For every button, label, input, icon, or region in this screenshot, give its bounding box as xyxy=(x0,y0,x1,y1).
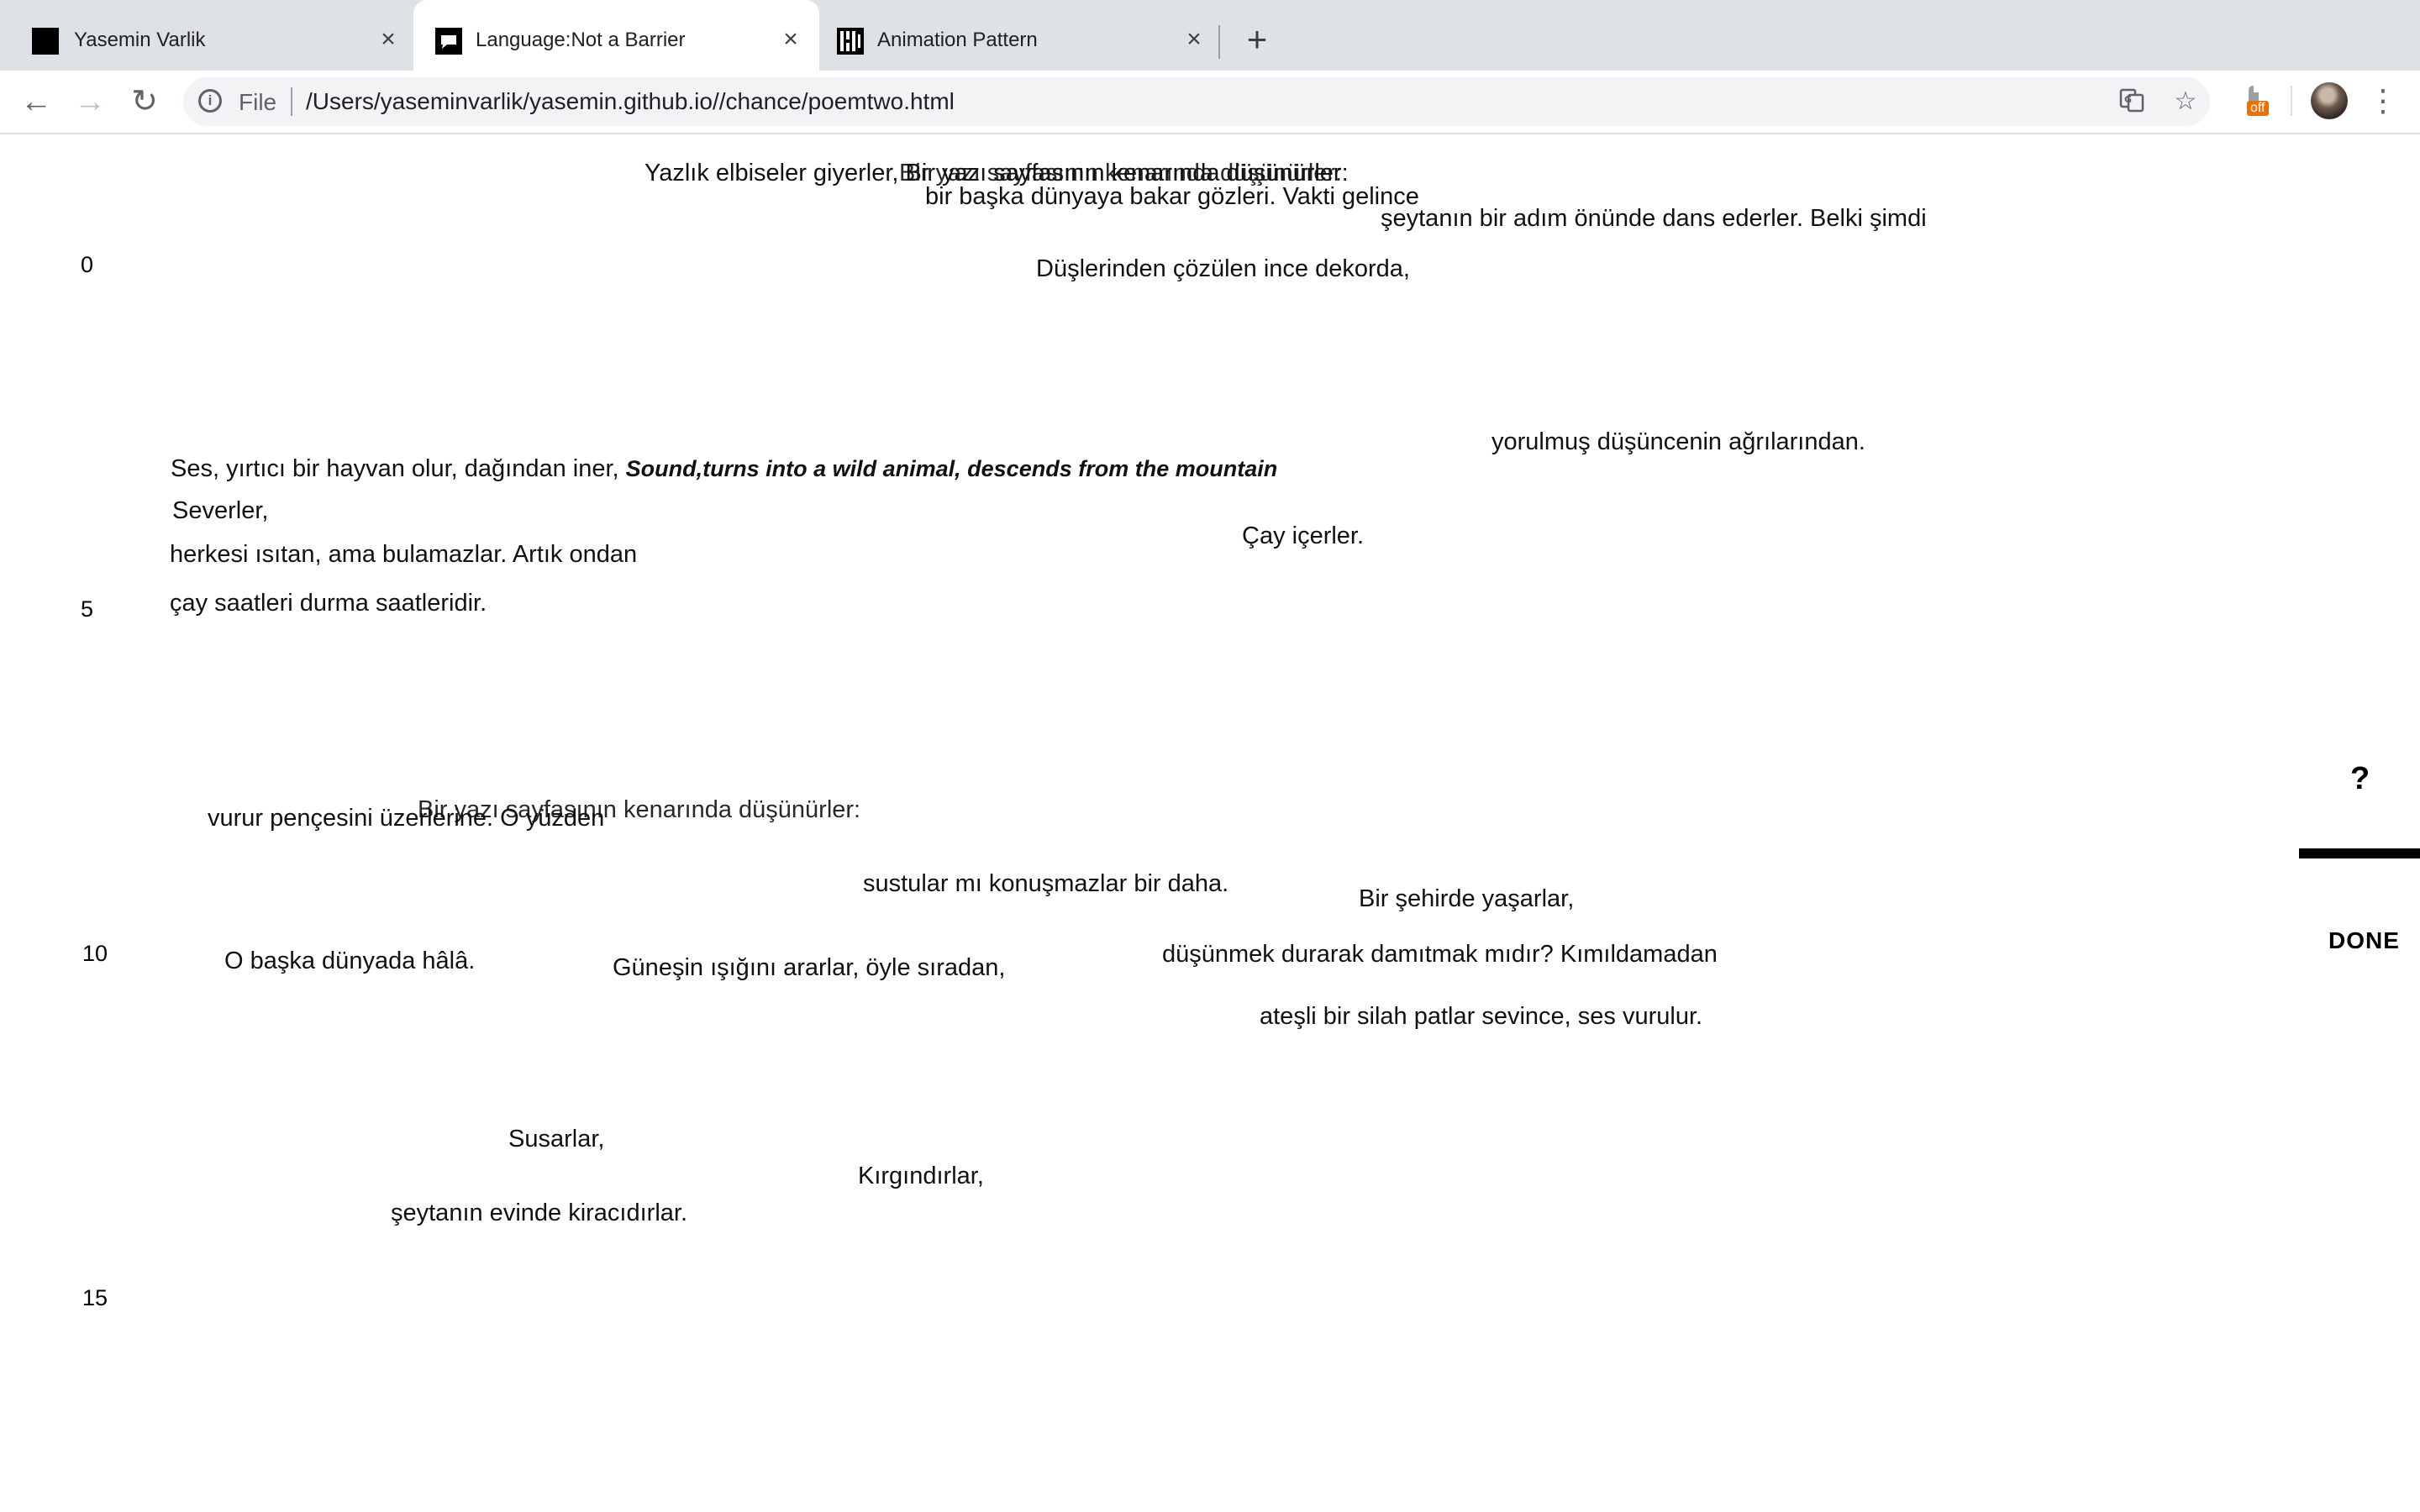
speech-bubble-icon xyxy=(435,28,462,55)
tab-language-not-a-barrier[interactable]: Language:Not a Barrier × xyxy=(413,0,819,71)
tab-animation-pattern[interactable]: Animation Pattern × xyxy=(820,0,1215,71)
line-number: 5 xyxy=(81,596,94,622)
poem-line: sustular mı konuşmazlar bir daha. xyxy=(863,870,1229,897)
poem-line: şeytanın bir adım önünde dans ederler. B… xyxy=(1381,205,1927,232)
tab-yasemin-varlik[interactable]: Yasemin Varlik × xyxy=(0,0,412,71)
forward-arrow-icon[interactable]: → xyxy=(72,84,108,119)
line-number: 15 xyxy=(82,1285,108,1310)
svg-text:G: G xyxy=(2124,94,2132,105)
poem-line-english: Sound,turns into a wild animal, descends… xyxy=(625,456,1278,481)
poem-line: düşünmek durarak damıtmak mıdır? Kımılda… xyxy=(1162,941,1718,968)
poem-line: Severler, xyxy=(172,497,269,524)
new-tab-icon[interactable]: + xyxy=(1240,22,1274,57)
poem-line: yorulmuş düşüncenin ağrılarından. xyxy=(1491,428,1865,455)
poem-line: bir başka dünyaya bakar gözleri. Vakti g… xyxy=(925,183,1419,210)
done-bar xyxy=(2299,848,2420,858)
pattern-icon xyxy=(837,28,864,55)
poem-line: Güneşin ışığını ararlar, öyle sıradan, xyxy=(613,954,1006,981)
toolbar-separator xyxy=(2291,86,2292,116)
tab-strip: Yasemin Varlik × Language:Not a Barrier … xyxy=(0,0,2420,71)
translate-icon[interactable]: G xyxy=(2118,87,2146,116)
poem-line: Çay içerler. xyxy=(1242,522,1365,549)
close-icon[interactable]: × xyxy=(1180,25,1208,54)
address-bar[interactable]: i File /Users/yaseminvarlik/yasemin.gith… xyxy=(183,77,2210,126)
tab-title: Yasemin Varlik xyxy=(74,29,206,51)
done-button[interactable]: DONE xyxy=(2328,927,2400,954)
poem-line-bilingual: Ses, yırtıcı bir hayvan olur, dağından i… xyxy=(171,455,1277,483)
address-scheme-label: File xyxy=(239,89,277,115)
help-button[interactable]: ? xyxy=(2350,761,2370,797)
poem-line: Susarlar, xyxy=(508,1126,605,1152)
tab-title: Animation Pattern xyxy=(877,29,1038,51)
line-number: 10 xyxy=(82,941,108,966)
line-number: 0 xyxy=(81,252,94,277)
tab-separator xyxy=(1218,25,1220,59)
poem-page: 0 5 10 15 Yazlık elbiseler giyerler, Bir… xyxy=(0,134,2420,1512)
reload-icon[interactable]: ↻ xyxy=(127,84,162,119)
poem-line: Bir yazı sayfasının kenarında düşünürler… xyxy=(418,796,861,823)
extension-badge: off xyxy=(2247,101,2269,116)
address-divider xyxy=(291,87,292,116)
tab-title: Language:Not a Barrier xyxy=(476,29,686,51)
poem-line: herkesi ısıtan, ama bulamazlar. Artık on… xyxy=(170,541,638,568)
poem-line: çay saatleri durma saatleridir. xyxy=(170,590,487,617)
poem-line: ateşli bir silah patlar sevince, ses vur… xyxy=(1260,1003,1703,1030)
black-square-icon xyxy=(32,28,59,55)
extension-icon[interactable]: off xyxy=(2240,82,2277,119)
close-icon[interactable]: × xyxy=(776,25,805,54)
close-icon[interactable]: × xyxy=(374,25,402,54)
back-arrow-icon[interactable]: ← xyxy=(18,84,54,119)
poem-line: Düşlerinden çözülen ince dekorda, xyxy=(1036,255,1410,282)
bookmark-star-icon[interactable]: ☆ xyxy=(2171,87,2200,116)
kebab-menu-icon[interactable]: ⋮ xyxy=(2368,82,2398,119)
browser-toolbar: ← → ↻ i File /Users/yaseminvarlik/yasemi… xyxy=(0,71,2420,134)
poem-line: Bir şehirde yaşarlar, xyxy=(1359,885,1575,912)
info-icon[interactable]: i xyxy=(198,89,222,113)
poem-line: şeytanın evinde kiracıdırlar. xyxy=(391,1200,688,1226)
profile-avatar[interactable] xyxy=(2311,82,2348,119)
poem-line: Kırgındırlar, xyxy=(858,1163,984,1189)
poem-line-turkish: Ses, yırtıcı bir hayvan olur, dağından i… xyxy=(171,455,626,482)
poem-line: O başka dünyada hâlâ. xyxy=(224,948,476,974)
address-url[interactable]: /Users/yaseminvarlik/yasemin.github.io//… xyxy=(306,88,955,115)
